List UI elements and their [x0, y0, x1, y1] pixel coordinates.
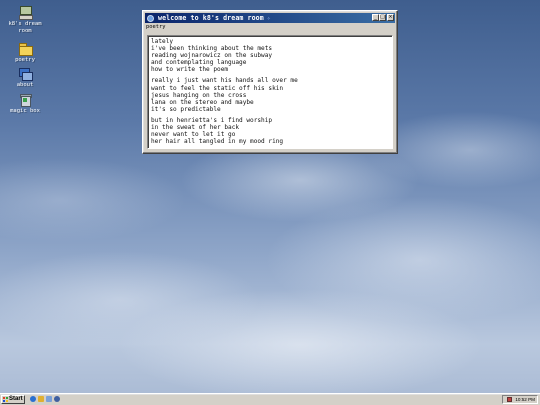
- poem-stanza: but in henrietta's i find worship in the…: [151, 117, 389, 145]
- tray-icon[interactable]: [507, 397, 513, 402]
- window-titlebar[interactable]: welcome to k8's dream room ✧ _ □ ×: [145, 13, 395, 23]
- desktop: k8's dream room poetry about magic box w…: [0, 0, 540, 405]
- outlook-icon[interactable]: [38, 396, 44, 402]
- poem-line: in the sweat of her back: [151, 124, 240, 132]
- sparkle-icon: ✧: [266, 14, 271, 22]
- poem-content: lately i've been thinking about the mets…: [147, 35, 393, 149]
- poem-line: i've been thinking about the mets: [151, 45, 273, 53]
- poem-line: but in henrietta's i find worship: [151, 116, 273, 124]
- windows-icon: [18, 67, 33, 81]
- desktop-icon-poetry[interactable]: poetry: [4, 42, 46, 64]
- window-menubar: poetry: [145, 23, 395, 31]
- desktop-icon[interactable]: [46, 396, 52, 402]
- desktop-icon-label: magic box: [10, 108, 40, 114]
- poem-stanza: really i just want his hands all over me…: [151, 77, 389, 112]
- clock[interactable]: 10:52 PM: [515, 396, 535, 403]
- maximize-button[interactable]: □: [379, 14, 386, 21]
- poem-line: how to write the poem: [151, 66, 229, 74]
- poem-stanza: lately i've been thinking about the mets…: [151, 38, 389, 73]
- close-button[interactable]: ×: [387, 14, 394, 21]
- poem-line: jesus hanging on the cross: [151, 91, 247, 99]
- media-icon[interactable]: [54, 396, 60, 402]
- poem-line: it's so predictable: [151, 105, 221, 113]
- ie-icon[interactable]: [30, 396, 36, 402]
- minimize-button[interactable]: _: [372, 14, 379, 21]
- quick-launch: [30, 396, 60, 402]
- poem-line: want to feel the static off his skin: [151, 84, 284, 92]
- start-button[interactable]: Start: [1, 395, 25, 404]
- poetry-window: welcome to k8's dream room ✧ _ □ × poetr…: [142, 10, 398, 154]
- desktop-icon-label: about: [16, 82, 34, 88]
- poem-line: and contemplating language: [151, 59, 247, 67]
- poem-line: really i just want his hands all over me: [151, 77, 298, 85]
- poem-line: reading wojnarowicz on the subway: [151, 52, 273, 60]
- window-app-icon: [147, 14, 154, 22]
- taskbar: Start 10:52 PM: [0, 393, 540, 405]
- poem-line: lately: [151, 38, 174, 45]
- folder-icon: [18, 42, 33, 56]
- poem-line: her hair all tangled in my mood ring: [151, 138, 284, 146]
- start-label: Start: [9, 396, 23, 402]
- desktop-icon-magic-box[interactable]: magic box: [4, 93, 46, 115]
- recycle-bin-icon: [18, 93, 32, 107]
- desktop-icon-about[interactable]: about: [4, 67, 46, 89]
- poem-line: lana on the stereo and maybe: [151, 98, 254, 106]
- desktop-icon-dream-room[interactable]: k8's dream room: [4, 6, 46, 34]
- system-tray: 10:52 PM: [502, 395, 538, 404]
- windows-logo-icon: [3, 397, 8, 402]
- desktop-icon-label: poetry: [15, 57, 35, 63]
- computer-icon: [18, 6, 33, 20]
- window-title: welcome to k8's dream room: [158, 14, 264, 22]
- desktop-icon-label: k8's dream room: [8, 21, 42, 34]
- poem-line: never want to let it go: [151, 131, 236, 139]
- menu-item-poetry[interactable]: poetry: [146, 24, 165, 30]
